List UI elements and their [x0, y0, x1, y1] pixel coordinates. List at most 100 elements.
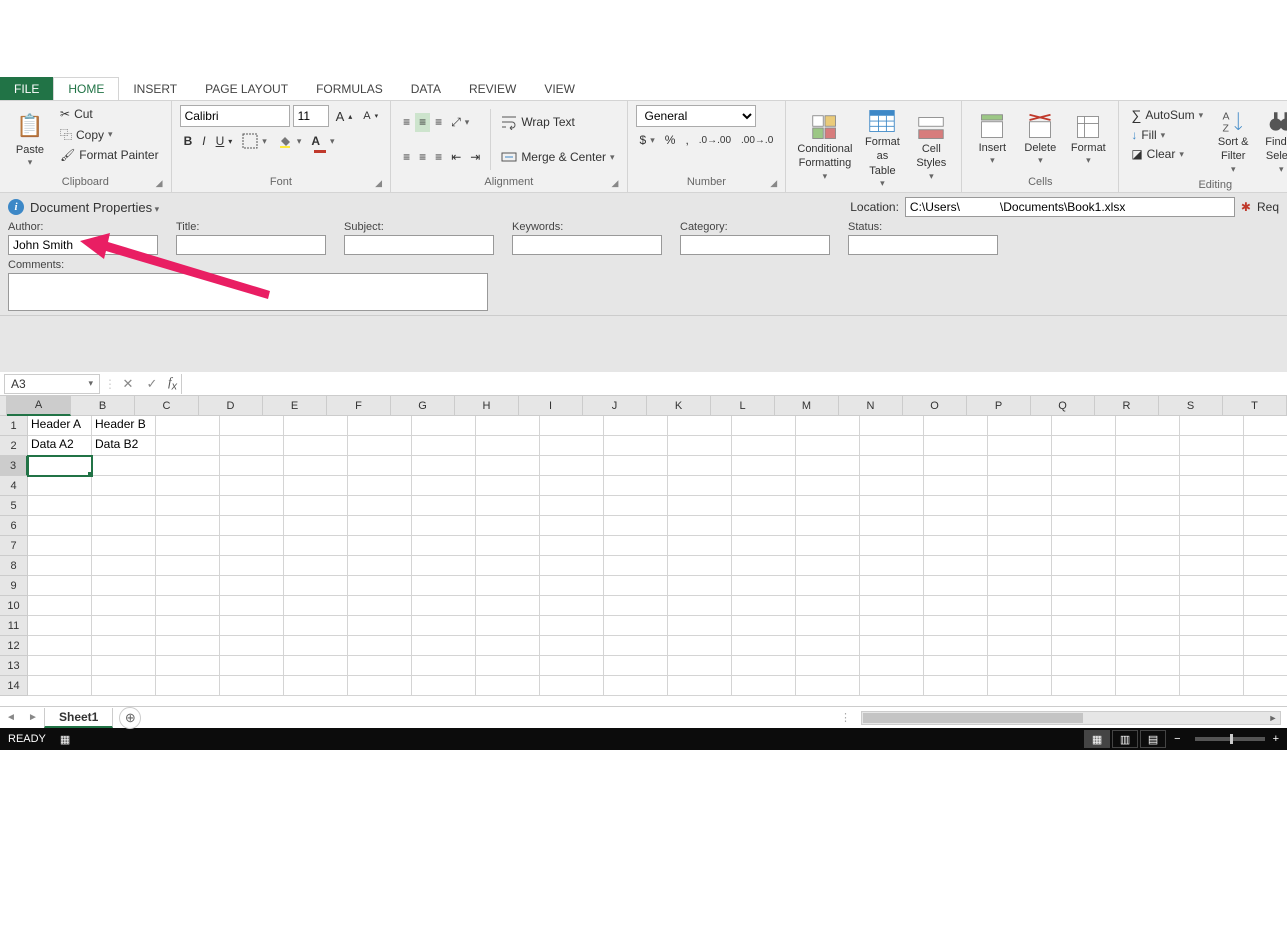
scroll-right-arrow[interactable]: ►: [1266, 712, 1280, 724]
cell-N12[interactable]: [860, 636, 924, 656]
cell-L4[interactable]: [732, 476, 796, 496]
cell-D10[interactable]: [220, 596, 284, 616]
column-header-N[interactable]: N: [839, 396, 903, 416]
cell-E1[interactable]: [284, 416, 348, 436]
font-name-select[interactable]: [180, 105, 290, 127]
borders-button[interactable]: [238, 131, 271, 151]
cell-K11[interactable]: [668, 616, 732, 636]
cell-F1[interactable]: [348, 416, 412, 436]
cell-H7[interactable]: [476, 536, 540, 556]
cell-T9[interactable]: [1244, 576, 1287, 596]
cell-R7[interactable]: [1116, 536, 1180, 556]
cell-K14[interactable]: [668, 676, 732, 696]
cell-I1[interactable]: [540, 416, 604, 436]
cancel-formula-button[interactable]: ✕: [116, 374, 140, 394]
cell-I7[interactable]: [540, 536, 604, 556]
cell-A4[interactable]: [28, 476, 92, 496]
cell-E10[interactable]: [284, 596, 348, 616]
cell-J3[interactable]: [604, 456, 668, 476]
cell-K10[interactable]: [668, 596, 732, 616]
increase-decimal-button[interactable]: .0→.00: [695, 131, 735, 149]
cell-K13[interactable]: [668, 656, 732, 676]
cell-styles-button[interactable]: Cell Styles: [909, 105, 953, 192]
cell-N14[interactable]: [860, 676, 924, 696]
cell-T12[interactable]: [1244, 636, 1287, 656]
cell-L1[interactable]: [732, 416, 796, 436]
cell-T1[interactable]: [1244, 416, 1287, 436]
cell-G2[interactable]: [412, 436, 476, 456]
cell-P4[interactable]: [988, 476, 1052, 496]
cell-M4[interactable]: [796, 476, 860, 496]
cell-K9[interactable]: [668, 576, 732, 596]
cell-G9[interactable]: [412, 576, 476, 596]
cell-H9[interactable]: [476, 576, 540, 596]
row-header-9[interactable]: 9: [0, 576, 28, 596]
cell-S2[interactable]: [1180, 436, 1244, 456]
cell-F3[interactable]: [348, 456, 412, 476]
cell-I4[interactable]: [540, 476, 604, 496]
formula-input[interactable]: [181, 374, 1287, 394]
cell-C5[interactable]: [156, 496, 220, 516]
cell-C14[interactable]: [156, 676, 220, 696]
cell-E6[interactable]: [284, 516, 348, 536]
format-cells-button[interactable]: Format: [1066, 105, 1110, 174]
row-header-10[interactable]: 10: [0, 596, 28, 616]
column-header-L[interactable]: L: [711, 396, 775, 416]
cell-E12[interactable]: [284, 636, 348, 656]
paste-button[interactable]: Paste: [8, 105, 52, 174]
format-as-table-button[interactable]: Format as Table: [860, 105, 906, 192]
cell-N1[interactable]: [860, 416, 924, 436]
column-header-A[interactable]: A: [7, 396, 71, 416]
cell-I3[interactable]: [540, 456, 604, 476]
cell-R4[interactable]: [1116, 476, 1180, 496]
author-input[interactable]: [8, 235, 158, 255]
cell-F8[interactable]: [348, 556, 412, 576]
cell-J4[interactable]: [604, 476, 668, 496]
cell-N11[interactable]: [860, 616, 924, 636]
cell-K3[interactable]: [668, 456, 732, 476]
cell-O8[interactable]: [924, 556, 988, 576]
cell-P8[interactable]: [988, 556, 1052, 576]
column-header-K[interactable]: K: [647, 396, 711, 416]
normal-view-button[interactable]: ▦: [1084, 730, 1110, 748]
cut-button[interactable]: Cut: [56, 105, 163, 123]
column-header-H[interactable]: H: [455, 396, 519, 416]
cell-Q9[interactable]: [1052, 576, 1116, 596]
cell-Q10[interactable]: [1052, 596, 1116, 616]
cell-D5[interactable]: [220, 496, 284, 516]
cell-B7[interactable]: [92, 536, 156, 556]
cell-Q2[interactable]: [1052, 436, 1116, 456]
cell-B4[interactable]: [92, 476, 156, 496]
cell-K2[interactable]: [668, 436, 732, 456]
clear-button[interactable]: ◪Clear: [1127, 145, 1207, 163]
cell-L6[interactable]: [732, 516, 796, 536]
cell-A13[interactable]: [28, 656, 92, 676]
doc-props-dropdown[interactable]: Document Properties: [30, 200, 159, 215]
cell-A6[interactable]: [28, 516, 92, 536]
cell-F10[interactable]: [348, 596, 412, 616]
cell-I8[interactable]: [540, 556, 604, 576]
cell-R9[interactable]: [1116, 576, 1180, 596]
cell-T6[interactable]: [1244, 516, 1287, 536]
sheet-tab-sheet1[interactable]: Sheet1: [44, 708, 113, 728]
column-header-T[interactable]: T: [1223, 396, 1287, 416]
cell-C1[interactable]: [156, 416, 220, 436]
cell-I14[interactable]: [540, 676, 604, 696]
cell-O14[interactable]: [924, 676, 988, 696]
cell-S10[interactable]: [1180, 596, 1244, 616]
accept-formula-button[interactable]: ✓: [140, 374, 164, 394]
page-break-view-button[interactable]: ▤: [1140, 730, 1166, 748]
cell-K7[interactable]: [668, 536, 732, 556]
cell-K4[interactable]: [668, 476, 732, 496]
cell-G7[interactable]: [412, 536, 476, 556]
cell-P7[interactable]: [988, 536, 1052, 556]
cell-O13[interactable]: [924, 656, 988, 676]
cell-C3[interactable]: [156, 456, 220, 476]
cell-M11[interactable]: [796, 616, 860, 636]
cell-A1[interactable]: Header A: [28, 416, 92, 436]
cell-P11[interactable]: [988, 616, 1052, 636]
cell-T3[interactable]: [1244, 456, 1287, 476]
scroll-thumb[interactable]: [863, 713, 1083, 723]
cell-E11[interactable]: [284, 616, 348, 636]
clipboard-dialog-launcher[interactable]: ◢: [156, 178, 168, 190]
